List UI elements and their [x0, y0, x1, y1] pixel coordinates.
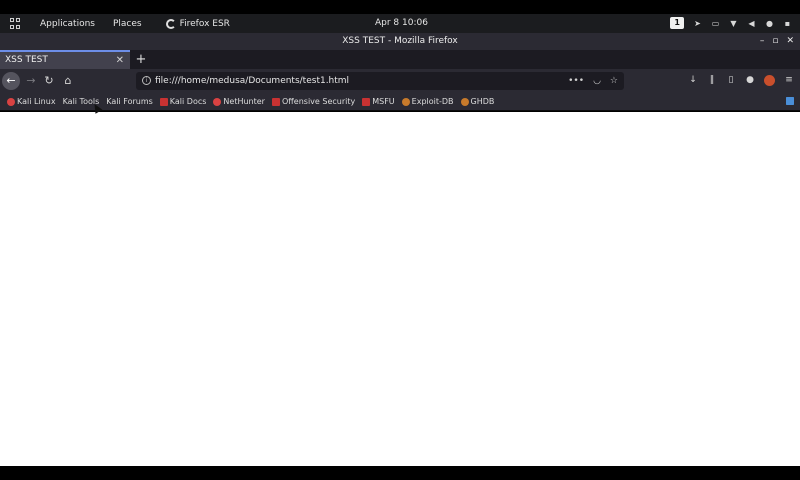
- workspace-indicator[interactable]: 1: [670, 17, 684, 29]
- window-controls: – ▫ ✕: [760, 33, 794, 50]
- app-grid-icon[interactable]: [10, 17, 22, 30]
- maximize-icon[interactable]: ▫: [772, 33, 778, 50]
- lock-icon[interactable]: ▪: [783, 19, 792, 28]
- tab-label: XSS TEST: [5, 55, 48, 65]
- wifi-icon[interactable]: ▼: [729, 19, 738, 28]
- bookmark-kali-linux[interactable]: Kali Linux: [7, 97, 56, 106]
- bookmark-kali-docs[interactable]: Kali Docs: [159, 97, 207, 106]
- kali-tools-icon: [786, 97, 794, 105]
- forward-arrow-icon[interactable]: →: [22, 72, 40, 90]
- tab-close-icon[interactable]: ✕: [116, 52, 124, 69]
- bookmark-label: MSFU: [372, 97, 395, 106]
- places-menu[interactable]: Places: [113, 19, 142, 29]
- extension-icon[interactable]: [764, 74, 775, 86]
- kali-dragon-icon: [7, 97, 15, 106]
- exploitdb-icon: [401, 97, 410, 106]
- url-actions: ••• ◡ ☆: [568, 72, 618, 90]
- applications-menu[interactable]: Applications: [40, 19, 95, 29]
- reload-icon[interactable]: ↻: [40, 72, 58, 90]
- bookmark-exploit-db[interactable]: Exploit-DB: [401, 97, 454, 106]
- bookmark-label: Kali Forums: [106, 97, 153, 106]
- bookmark-star-icon[interactable]: ☆: [610, 72, 618, 90]
- clock[interactable]: Apr 8 10:06: [375, 18, 428, 28]
- volume-icon[interactable]: ◀: [747, 19, 756, 28]
- hamburger-menu-icon[interactable]: ≡: [784, 73, 794, 87]
- active-app-label[interactable]: Firefox ESR: [180, 19, 230, 29]
- back-arrow-icon[interactable]: ←: [2, 72, 20, 90]
- bookmark-ghdb[interactable]: GHDB: [460, 97, 495, 106]
- letterbox-bottom: [0, 466, 800, 480]
- video-icon[interactable]: ▭: [711, 19, 720, 28]
- home-icon[interactable]: ⌂: [59, 72, 77, 90]
- bookmark-nethunter[interactable]: NetHunter: [213, 97, 265, 106]
- bookmark-label: Kali Docs: [169, 97, 207, 106]
- telegram-icon[interactable]: ➤: [693, 19, 702, 28]
- firefox-icon: [165, 18, 176, 29]
- top-panel: Applications Places Firefox ESR Apr 8 10…: [0, 14, 800, 33]
- exploitdb-icon: [460, 97, 469, 106]
- bookmark-offensive-security[interactable]: Offensive Security: [271, 97, 356, 106]
- library-icon[interactable]: ‖: [707, 73, 717, 87]
- new-tab-plus-icon[interactable]: +: [135, 50, 147, 69]
- toolbar-tools: ↓ ‖ ▯ ● ≡: [688, 73, 794, 87]
- bookmark-label: Offensive Security: [281, 97, 356, 106]
- bookmark-label: GHDB: [470, 97, 495, 106]
- kali-dragon-icon: [213, 97, 222, 106]
- site-info-icon[interactable]: i: [142, 76, 151, 85]
- kali-docs-icon: [159, 97, 168, 106]
- bookmark-label: NetHunter: [223, 97, 265, 106]
- mic-icon[interactable]: ●: [765, 19, 774, 28]
- bookmark-label: Exploit-DB: [411, 97, 454, 106]
- system-tray: 1 ➤ ▭ ▼ ◀ ● ▪: [670, 17, 792, 29]
- offsec-icon: [271, 97, 280, 106]
- bookmark-kali-forums[interactable]: Kali Forums: [106, 97, 794, 106]
- tab-strip: XSS TEST ✕ +: [0, 50, 800, 69]
- bookmark-label: Kali Linux: [17, 97, 56, 106]
- url-bar[interactable]: i file:///home/medusa/Documents/test1.ht…: [136, 72, 624, 90]
- sidebar-icon[interactable]: ▯: [726, 73, 736, 87]
- close-window-icon[interactable]: ✕: [786, 33, 794, 50]
- tab-xss-test[interactable]: XSS TEST ✕: [0, 50, 130, 69]
- offsec-icon: [362, 97, 371, 106]
- bookmarks-toolbar: Kali Linux Kali Tools Kali Forums Kali D…: [0, 93, 800, 111]
- nav-toolbar: ← → ↻ ⌂ i file:///home/medusa/Documents/…: [0, 69, 800, 93]
- letterbox-top: [0, 0, 800, 14]
- page-actions-icon[interactable]: •••: [568, 72, 584, 90]
- pocket-icon[interactable]: ◡: [593, 72, 601, 90]
- download-icon[interactable]: ↓: [688, 73, 698, 87]
- window-titlebar: XSS TEST - Mozilla Firefox – ▫ ✕: [0, 33, 800, 50]
- minimize-icon[interactable]: –: [760, 33, 765, 50]
- bookmark-msfu[interactable]: MSFU: [362, 97, 395, 106]
- page-content[interactable]: [0, 112, 800, 466]
- account-icon[interactable]: ●: [745, 73, 755, 87]
- url-text[interactable]: file:///home/medusa/Documents/test1.html: [155, 72, 349, 90]
- window-title: XSS TEST - Mozilla Firefox: [342, 36, 458, 46]
